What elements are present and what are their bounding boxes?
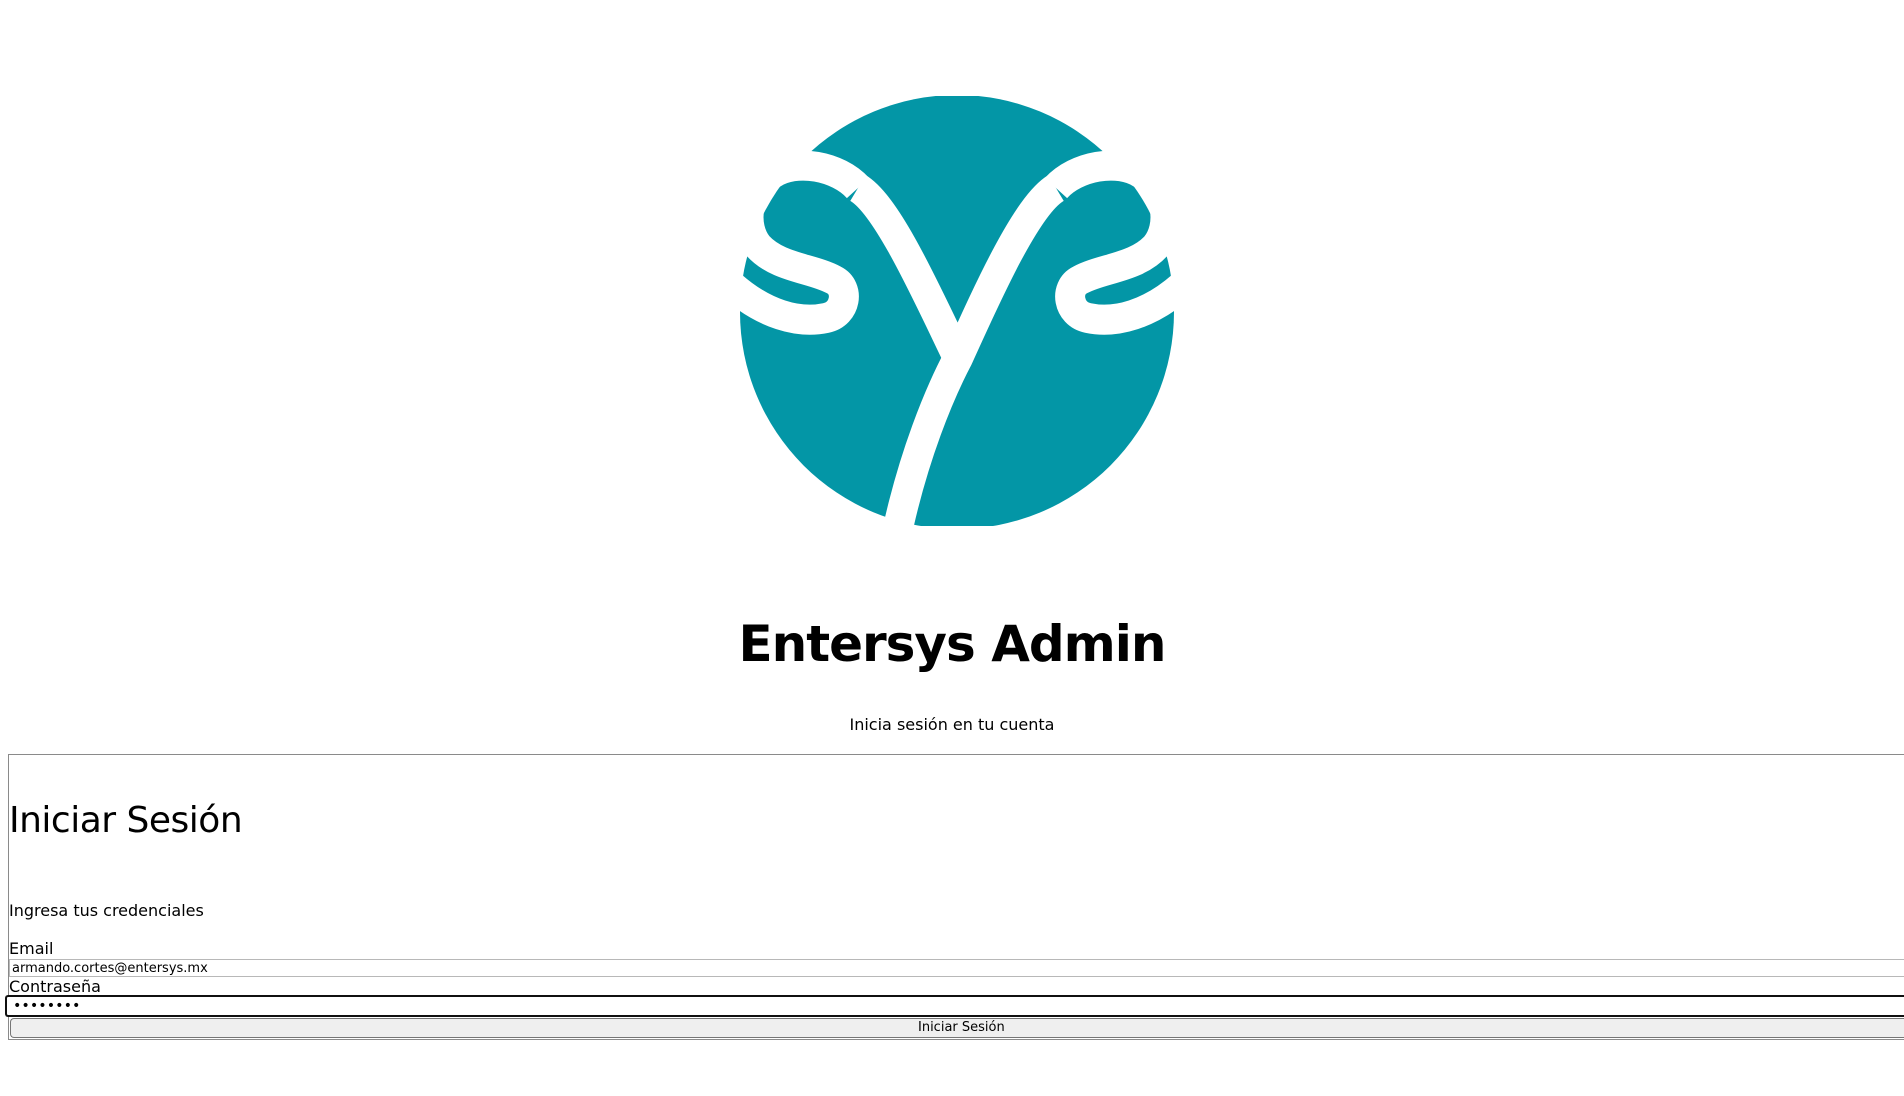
entersys-logo	[738, 96, 1176, 526]
card-title: Iniciar Sesión	[9, 800, 243, 841]
password-field[interactable]	[5, 995, 1904, 1017]
login-card: Iniciar Sesión Ingresa tus credenciales …	[5, 754, 1904, 1040]
app-title: Entersys Admin	[738, 615, 1166, 673]
card-description: Ingresa tus credenciales	[9, 901, 204, 920]
entersys-sys-logo-icon	[738, 96, 1176, 526]
email-label: Email	[9, 939, 54, 958]
login-page: Entersys Admin Inicia sesión en tu cuent…	[0, 0, 1904, 1096]
app-subtitle: Inicia sesión en tu cuenta	[849, 715, 1055, 734]
email-field[interactable]	[9, 959, 1904, 977]
password-label: Contraseña	[9, 977, 101, 996]
login-submit-button[interactable]: Iniciar Sesión	[10, 1018, 1904, 1038]
